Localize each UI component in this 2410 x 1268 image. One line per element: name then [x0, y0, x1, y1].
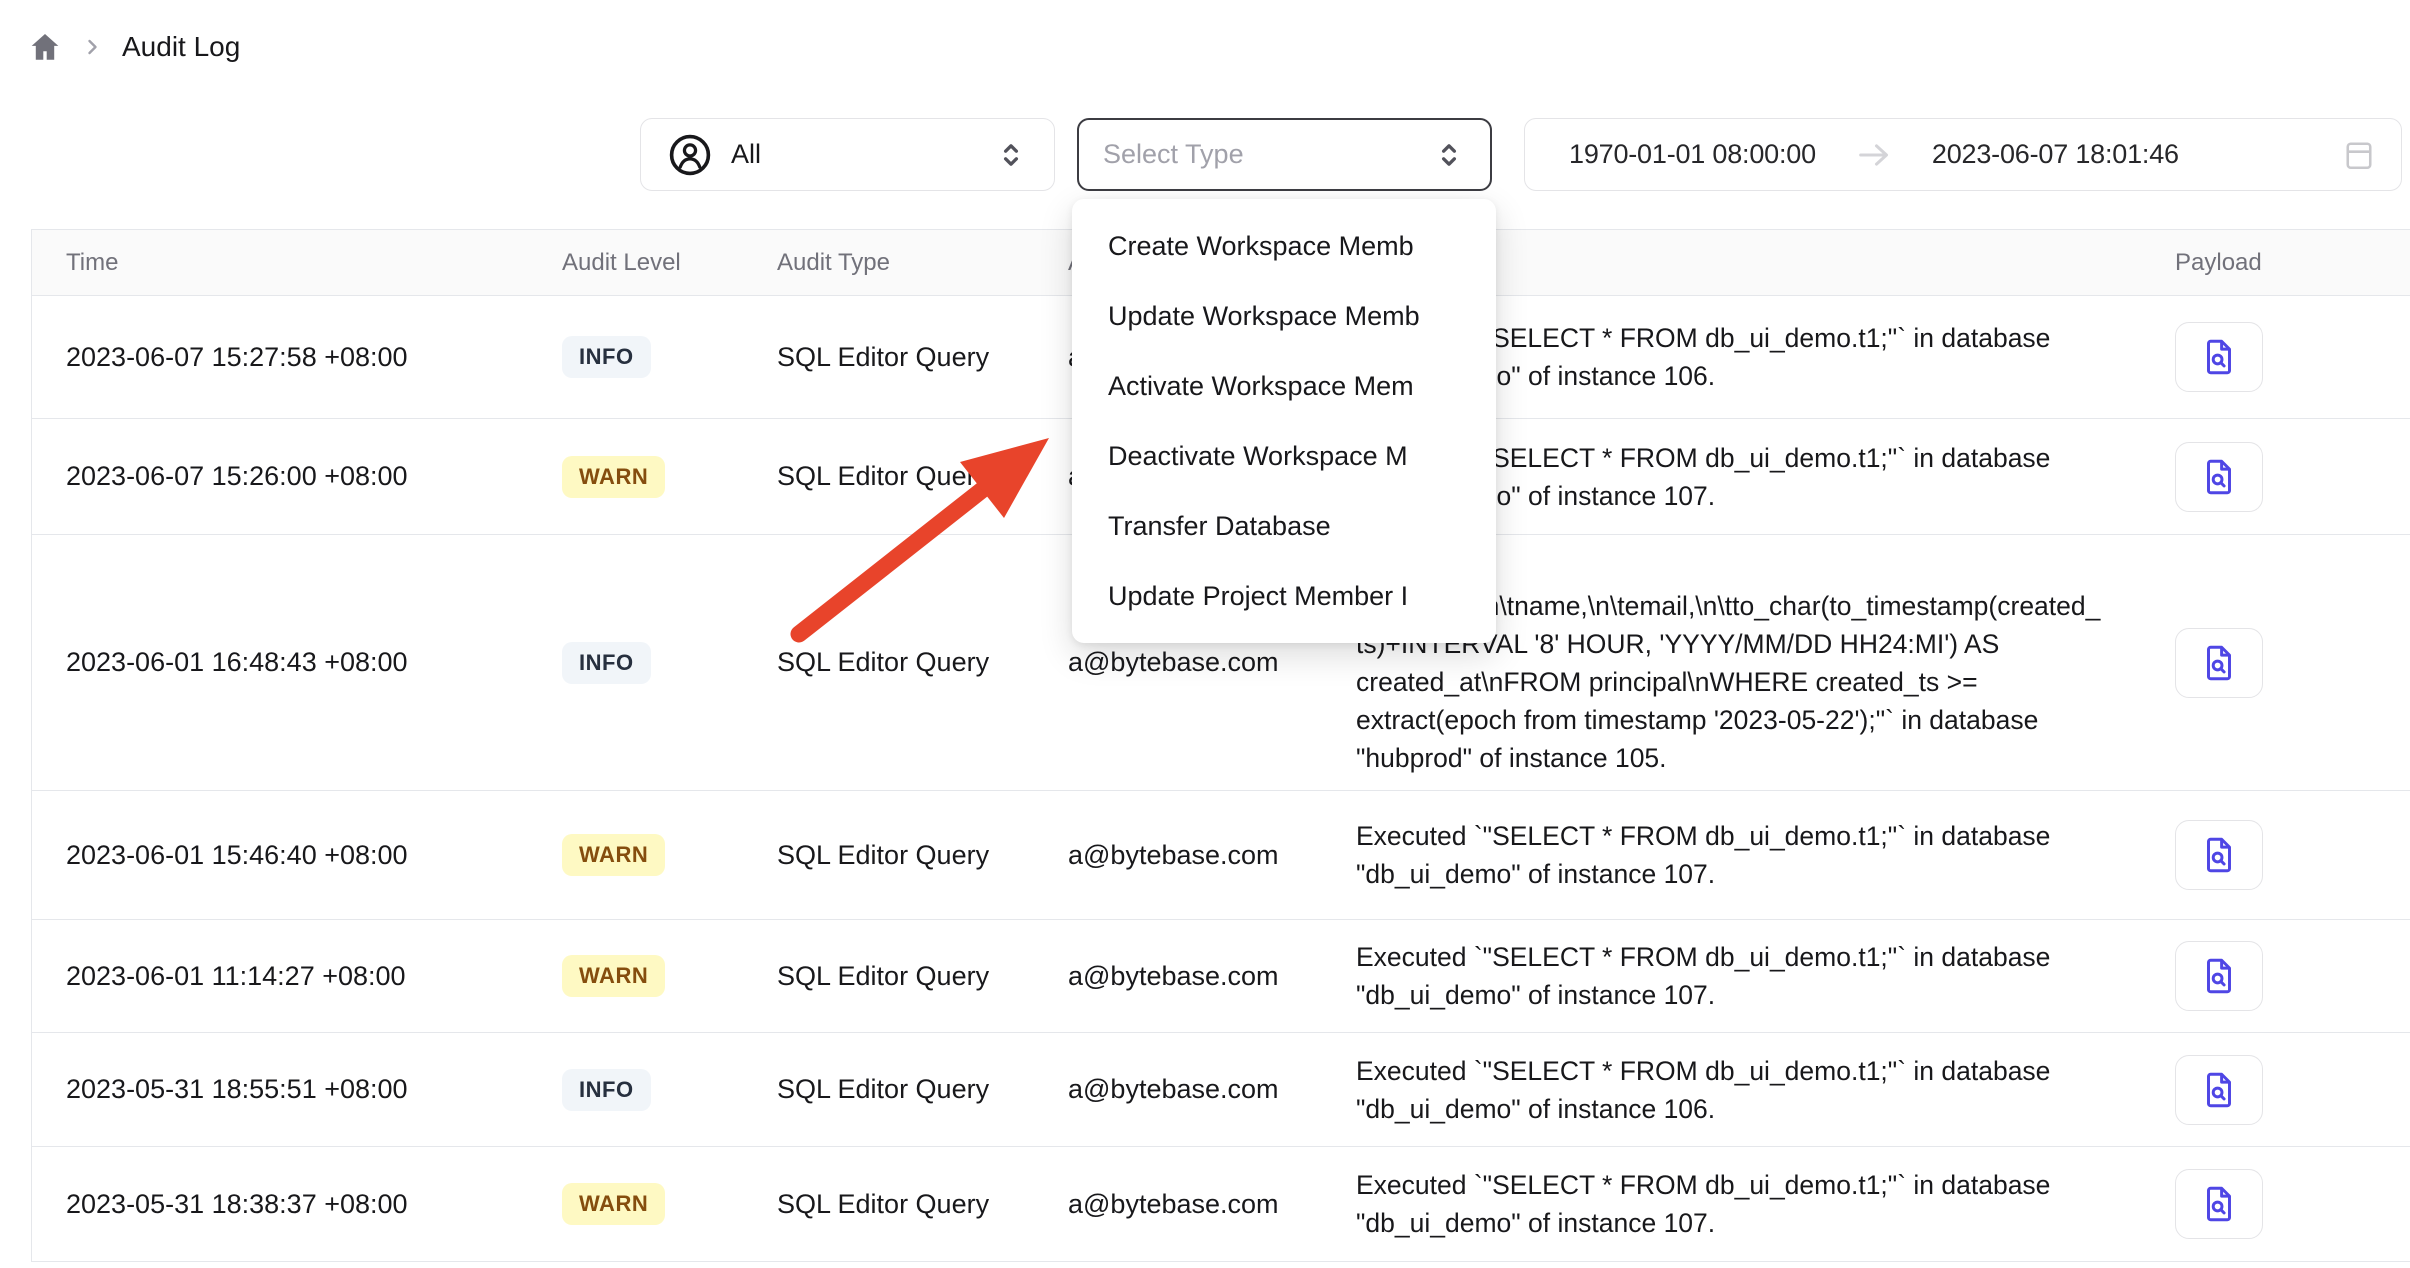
chevrons-up-down-icon [994, 138, 1028, 172]
date-range-end[interactable]: 2023-06-07 18:01:46 [1932, 139, 2179, 170]
column-header-type: Audit Type [777, 249, 1068, 277]
payload-view-button[interactable] [2175, 1169, 2263, 1239]
menu-item-create-workspace-member[interactable]: Create Workspace Memb [1072, 211, 1496, 281]
table-row: 2023-06-01 15:46:40 +08:00 WARN SQL Edit… [32, 791, 2410, 920]
audit-level-badge: INFO [562, 642, 651, 684]
actor-filter-select[interactable]: All [640, 118, 1055, 191]
date-range-picker[interactable]: 1970-01-01 08:00:00 2023-06-07 18:01:46 [1524, 118, 2402, 191]
file-search-icon [2198, 336, 2240, 378]
row-time: 2023-06-07 15:27:58 +08:00 [32, 342, 562, 373]
table-row: 2023-06-01 11:14:27 +08:00 WARN SQL Edit… [32, 920, 2410, 1033]
file-search-icon [2198, 456, 2240, 498]
row-time: 2023-05-31 18:38:37 +08:00 [32, 1189, 562, 1220]
audit-level-badge: INFO [562, 336, 651, 378]
type-filter-placeholder: Select Type [1103, 139, 1432, 170]
table-row: 2023-05-31 18:38:37 +08:00 WARN SQL Edit… [32, 1147, 2410, 1262]
page-title: Audit Log [122, 31, 240, 63]
row-audit-type: SQL Editor Query [777, 961, 1068, 992]
file-search-icon [2198, 955, 2240, 997]
audit-level-badge: INFO [562, 1069, 651, 1111]
audit-level-badge: WARN [562, 955, 665, 997]
row-audit-type: SQL Editor Query [777, 1074, 1068, 1105]
date-range-start[interactable]: 1970-01-01 08:00:00 [1569, 139, 1816, 170]
chevron-right-icon [80, 35, 104, 59]
row-time: 2023-06-01 11:14:27 +08:00 [32, 961, 562, 992]
payload-view-button[interactable] [2175, 628, 2263, 698]
row-audit-type: SQL Editor Query [777, 461, 1068, 492]
menu-item-transfer-database[interactable]: Transfer Database [1072, 491, 1496, 561]
row-audit-type: SQL Editor Query [777, 342, 1068, 373]
file-search-icon [2198, 834, 2240, 876]
menu-item-update-project-member[interactable]: Update Project Member I [1072, 561, 1496, 631]
payload-view-button[interactable] [2175, 322, 2263, 392]
audit-level-badge: WARN [562, 834, 665, 876]
calendar-icon[interactable] [2341, 137, 2377, 173]
payload-view-button[interactable] [2175, 941, 2263, 1011]
row-actor: a@bytebase.com [1068, 961, 1356, 992]
row-actor: a@bytebase.com [1068, 840, 1356, 871]
chevrons-up-down-icon [1432, 138, 1466, 172]
row-audit-type: SQL Editor Query [777, 647, 1068, 678]
person-circle-icon [667, 132, 713, 178]
menu-item-deactivate-workspace-member[interactable]: Deactivate Workspace M [1072, 421, 1496, 491]
menu-item-update-workspace-member[interactable]: Update Workspace Memb [1072, 281, 1496, 351]
file-search-icon [2198, 642, 2240, 684]
type-filter-select[interactable]: Select Type [1077, 118, 1492, 191]
row-comment: Executed `"SELECT * FROM db_ui_demo.t1;"… [1356, 938, 2125, 1014]
row-time: 2023-06-01 15:46:40 +08:00 [32, 840, 562, 871]
home-icon[interactable] [28, 30, 62, 64]
row-comment: Executed `"SELECT * FROM db_ui_demo.t1;"… [1356, 817, 2125, 893]
audit-log-page: Audit Log All Select Type 1970-01-01 08:… [0, 0, 2410, 1268]
row-time: 2023-06-01 16:48:43 +08:00 [32, 647, 562, 678]
row-actor: a@bytebase.com [1068, 647, 1356, 678]
table-row: 2023-05-31 18:55:51 +08:00 INFO SQL Edit… [32, 1033, 2410, 1147]
payload-view-button[interactable] [2175, 1055, 2263, 1125]
audit-level-badge: WARN [562, 456, 665, 498]
type-select-dropdown: Create Workspace Memb Update Workspace M… [1072, 199, 1496, 643]
menu-item-activate-workspace-member[interactable]: Activate Workspace Mem [1072, 351, 1496, 421]
row-comment: Executed `"SELECT * FROM db_ui_demo.t1;"… [1356, 1052, 2125, 1128]
row-time: 2023-05-31 18:55:51 +08:00 [32, 1074, 562, 1105]
file-search-icon [2198, 1183, 2240, 1225]
audit-level-badge: WARN [562, 1183, 665, 1225]
payload-view-button[interactable] [2175, 820, 2263, 890]
arrow-right-icon [1854, 135, 1894, 175]
row-time: 2023-06-07 15:26:00 +08:00 [32, 461, 562, 492]
row-audit-type: SQL Editor Query [777, 840, 1068, 871]
column-header-level: Audit Level [562, 249, 777, 277]
actor-filter-value: All [731, 139, 994, 170]
row-actor: a@bytebase.com [1068, 1074, 1356, 1105]
payload-view-button[interactable] [2175, 442, 2263, 512]
column-header-payload: Payload [2125, 249, 2410, 277]
row-audit-type: SQL Editor Query [777, 1189, 1068, 1220]
breadcrumb: Audit Log [28, 30, 240, 64]
file-search-icon [2198, 1069, 2240, 1111]
row-comment: Executed `"SELECT * FROM db_ui_demo.t1;"… [1356, 1166, 2125, 1242]
column-header-time: Time [32, 249, 562, 277]
row-actor: a@bytebase.com [1068, 1189, 1356, 1220]
